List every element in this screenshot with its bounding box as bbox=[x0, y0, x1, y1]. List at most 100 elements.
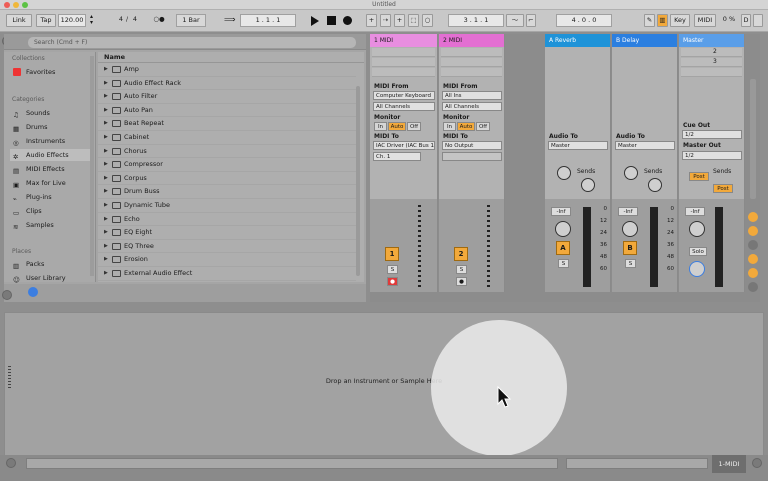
key-map-button[interactable]: Key bbox=[670, 14, 690, 27]
link-button[interactable]: Link bbox=[6, 14, 32, 27]
monitor-off-button[interactable]: Off bbox=[476, 122, 490, 131]
midi-to-select[interactable]: IAC Driver (IAC Bus 1) bbox=[373, 141, 435, 150]
scene-2[interactable]: 2 bbox=[681, 48, 742, 57]
clip-slot[interactable] bbox=[372, 58, 435, 67]
expand-arrow-icon[interactable]: ▶ bbox=[104, 90, 108, 103]
minimize-window-button[interactable] bbox=[13, 2, 19, 8]
sidebar-item-plug-ins[interactable]: ⌁ Plug-ins bbox=[10, 191, 90, 203]
clip-slot[interactable] bbox=[441, 68, 502, 77]
sidebar-item-max-for-live[interactable]: ▣ Max for Live bbox=[10, 177, 90, 189]
expand-arrow-icon[interactable]: ▶ bbox=[104, 63, 108, 76]
midi-to-channel-select[interactable]: Ch. 1 bbox=[373, 152, 421, 161]
expand-arrow-icon[interactable]: ▶ bbox=[104, 253, 108, 266]
track-activator-button[interactable]: A bbox=[556, 241, 570, 255]
expand-arrow-icon[interactable]: ▶ bbox=[104, 213, 108, 226]
master-out-select[interactable]: 1/2 bbox=[682, 151, 742, 160]
groove-toggle-button[interactable] bbox=[2, 290, 12, 300]
follow-icon[interactable]: ⟹ bbox=[224, 16, 236, 24]
expand-arrow-icon[interactable]: ▶ bbox=[104, 158, 108, 171]
track-title[interactable]: 2 MIDI bbox=[439, 34, 504, 47]
scene-3[interactable]: 3 bbox=[681, 58, 742, 67]
session-record-icon[interactable]: ○ bbox=[422, 14, 433, 27]
name-column-header[interactable]: Name bbox=[98, 52, 364, 63]
file-list-scrollbar[interactable] bbox=[356, 86, 360, 276]
track-activator-button[interactable]: 2 bbox=[454, 247, 468, 261]
volume-field[interactable]: -Inf bbox=[618, 207, 638, 216]
solo-button[interactable]: Solo bbox=[689, 247, 707, 256]
list-item[interactable]: ▶ Drum Buss bbox=[98, 185, 356, 199]
monitor-auto-button[interactable]: Auto bbox=[457, 122, 475, 131]
list-item[interactable]: ▶ EQ Eight bbox=[98, 226, 356, 240]
overdub-icon[interactable]: + bbox=[366, 14, 377, 27]
play-icon[interactable] bbox=[311, 16, 319, 26]
automation-arm-icon[interactable]: ⇢ bbox=[380, 14, 391, 27]
pan-knob[interactable] bbox=[622, 221, 638, 237]
expand-arrow-icon[interactable]: ▶ bbox=[104, 117, 108, 130]
sends-toggle-button[interactable] bbox=[748, 226, 758, 236]
pan-knob[interactable] bbox=[689, 221, 705, 237]
quantize-select[interactable]: 1 Bar bbox=[176, 14, 206, 27]
send-a-knob[interactable] bbox=[557, 166, 571, 180]
audio-to-select[interactable]: Master bbox=[548, 141, 608, 150]
re-enable-automation-icon[interactable]: + bbox=[394, 14, 405, 27]
solo-button[interactable]: S bbox=[625, 259, 636, 268]
cue-volume-knob[interactable] bbox=[689, 261, 705, 277]
list-item[interactable]: ▶ Auto Filter bbox=[98, 90, 356, 104]
draw-mode-icon[interactable]: 〜 bbox=[506, 14, 524, 27]
tempo-field[interactable]: 120.00 bbox=[58, 14, 86, 27]
clip-slot[interactable] bbox=[441, 58, 502, 67]
list-item[interactable]: ▶ Erosion bbox=[98, 253, 356, 267]
session-scrollbar[interactable] bbox=[750, 79, 756, 199]
metronome-toggle[interactable]: ○● bbox=[148, 14, 170, 27]
track-delay-toggle-button[interactable] bbox=[748, 282, 758, 292]
clip-slot[interactable] bbox=[372, 68, 435, 77]
capture-midi-icon[interactable]: ⬚ bbox=[408, 14, 419, 27]
sidebar-item-drums[interactable]: ▦ Drums bbox=[10, 121, 90, 133]
midi-from-select[interactable]: Computer Keyboard bbox=[373, 91, 435, 100]
expand-arrow-icon[interactable]: ▶ bbox=[104, 172, 108, 185]
tap-button[interactable]: Tap bbox=[36, 14, 56, 27]
clip-slot[interactable] bbox=[441, 48, 502, 57]
send-b-knob[interactable] bbox=[581, 178, 595, 192]
loop-start-field[interactable]: 3 . 1 . 1 bbox=[448, 14, 504, 27]
sidebar-item-packs[interactable]: ▥ Packs bbox=[10, 258, 90, 270]
sidebar-scrollbar[interactable] bbox=[90, 56, 94, 276]
expand-arrow-icon[interactable]: ▶ bbox=[104, 240, 108, 253]
sidebar-item-clips[interactable]: ▭ Clips bbox=[10, 205, 90, 217]
sidebar-item-favorites[interactable]: Favorites bbox=[10, 66, 90, 78]
detail-toggle-button[interactable] bbox=[752, 458, 762, 468]
arrangement-position[interactable]: 1 . 1 . 1 bbox=[240, 14, 296, 27]
list-item[interactable]: ▶ Auto Pan bbox=[98, 104, 356, 118]
monitor-auto-button[interactable]: Auto bbox=[388, 122, 406, 131]
monitor-in-button[interactable]: In bbox=[374, 122, 387, 131]
midi-channel-select[interactable]: All Channels bbox=[373, 102, 435, 111]
list-item[interactable]: ▶ Audio Effect Rack bbox=[98, 77, 356, 91]
zoom-window-button[interactable] bbox=[22, 2, 28, 8]
monitor-in-button[interactable]: In bbox=[443, 122, 456, 131]
list-item[interactable]: ▶ Dynamic Tube bbox=[98, 199, 356, 213]
crossfader-toggle-button[interactable] bbox=[748, 268, 758, 278]
list-item[interactable]: ▶ Corpus bbox=[98, 172, 356, 186]
volume-field[interactable]: -Inf bbox=[685, 207, 705, 216]
scene-slot[interactable] bbox=[681, 68, 742, 77]
audio-to-select[interactable]: Master bbox=[615, 141, 675, 150]
expand-arrow-icon[interactable]: ▶ bbox=[104, 185, 108, 198]
view-toggle-icon[interactable]: ▥ bbox=[657, 14, 668, 27]
send-b-knob[interactable] bbox=[648, 178, 662, 192]
list-item[interactable]: ▶ Chorus bbox=[98, 145, 356, 159]
arm-button[interactable]: ● bbox=[456, 277, 467, 286]
detail-resize-handle[interactable] bbox=[8, 366, 11, 390]
cue-out-select[interactable]: 1/2 bbox=[682, 130, 742, 139]
info-toggle-button[interactable] bbox=[6, 458, 16, 468]
solo-button[interactable]: S bbox=[456, 265, 467, 274]
midi-channel-select[interactable]: All Channels bbox=[442, 102, 502, 111]
selected-track-label[interactable]: 1-MIDI bbox=[712, 455, 746, 473]
sidebar-item-midi-effects[interactable]: ▤ MIDI Effects bbox=[10, 163, 90, 175]
track-activator-button[interactable]: B bbox=[623, 241, 637, 255]
signature-denominator[interactable]: 4 bbox=[130, 14, 140, 27]
stop-icon[interactable] bbox=[327, 16, 336, 25]
expand-arrow-icon[interactable]: ▶ bbox=[104, 77, 108, 90]
search-input[interactable]: Search (Cmd + F) bbox=[28, 37, 356, 48]
device-detail-view[interactable]: Drop an Instrument or Sample Here bbox=[4, 312, 764, 462]
track-title[interactable]: 1 MIDI bbox=[370, 34, 437, 47]
